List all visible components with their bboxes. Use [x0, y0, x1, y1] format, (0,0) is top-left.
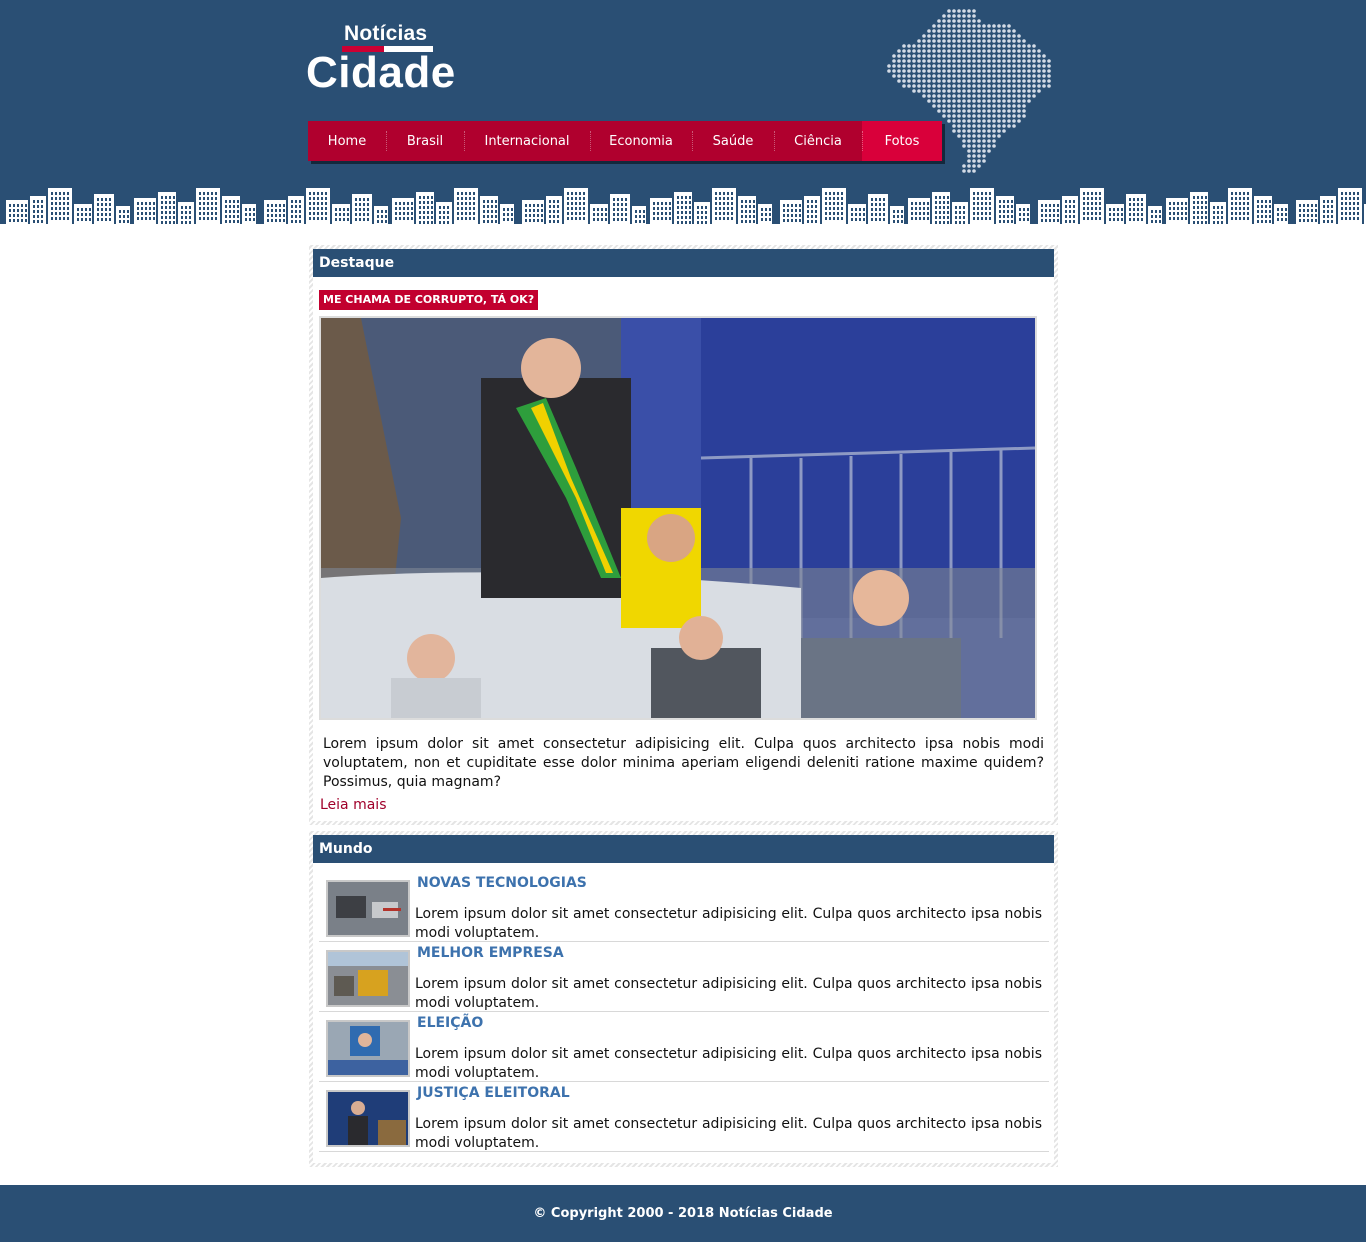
news-summary: Lorem ipsum dolor sit amet consectetur a… [415, 976, 1042, 1011]
site-footer: © Copyright 2000 - 2018 Notícias Cidade [0, 1185, 1366, 1242]
featured-section: Destaque ME CHAMA DE CORRUPTO, TÁ OK? Lo… [309, 245, 1058, 825]
news-thumbnail[interactable] [326, 1020, 410, 1077]
read-more-link[interactable]: Leia mais [320, 797, 387, 813]
nav-item-saude[interactable]: Saúde [692, 121, 774, 161]
news-summary: Lorem ipsum dolor sit amet consectetur a… [415, 906, 1042, 941]
main-nav: Home Brasil Internacional Economia Saúde… [308, 121, 942, 161]
logo-main-text: Cidade [306, 48, 456, 97]
news-title[interactable]: NOVAS TECNOLOGIAS [417, 875, 587, 891]
site-logo[interactable]: Notícias Cidade [306, 18, 476, 98]
nav-item-economia[interactable]: Economia [590, 121, 692, 161]
news-list: NOVAS TECNOLOGIAS Lorem ipsum dolor sit … [319, 872, 1049, 1152]
nav-item-fotos[interactable]: Fotos [862, 121, 942, 161]
nav-item-internacional[interactable]: Internacional [464, 121, 590, 161]
city-skyline [0, 188, 1366, 232]
logo-top-text: Notícias [344, 22, 428, 45]
news-thumbnail[interactable] [326, 950, 410, 1007]
featured-tag[interactable]: ME CHAMA DE CORRUPTO, TÁ OK? [319, 290, 539, 310]
copyright-text: © Copyright 2000 - 2018 Notícias Cidade [533, 1206, 833, 1221]
world-section: Mundo NOVAS TECNOLOGIAS Lorem ipsum dolo… [309, 831, 1058, 1167]
list-item: JUSTIÇA ELEITORAL Lorem ipsum dolor sit … [319, 1082, 1049, 1152]
nav-item-home[interactable]: Home [308, 121, 386, 161]
news-thumbnail[interactable] [326, 880, 410, 937]
nav-item-ciencia[interactable]: Ciência [774, 121, 862, 161]
list-item: MELHOR EMPRESA Lorem ipsum dolor sit ame… [319, 942, 1049, 1012]
list-item: ELEIÇÃO Lorem ipsum dolor sit amet conse… [319, 1012, 1049, 1082]
news-title[interactable]: JUSTIÇA ELEITORAL [417, 1085, 570, 1101]
news-summary: Lorem ipsum dolor sit amet consectetur a… [415, 1116, 1042, 1151]
nav-item-brasil[interactable]: Brasil [386, 121, 464, 161]
featured-text: Lorem ipsum dolor sit amet consectetur a… [323, 736, 1044, 790]
world-section-title: Mundo [313, 835, 1054, 863]
featured-section-title: Destaque [313, 249, 1054, 277]
news-title[interactable]: MELHOR EMPRESA [417, 945, 564, 961]
news-thumbnail[interactable] [326, 1090, 410, 1147]
news-title[interactable]: ELEIÇÃO [417, 1015, 483, 1031]
site-header: Notícias Cidade Home Brasil Internaciona… [0, 0, 1366, 232]
list-item: NOVAS TECNOLOGIAS Lorem ipsum dolor sit … [319, 872, 1049, 942]
featured-photo[interactable] [319, 316, 1037, 720]
news-summary: Lorem ipsum dolor sit amet consectetur a… [415, 1046, 1042, 1081]
